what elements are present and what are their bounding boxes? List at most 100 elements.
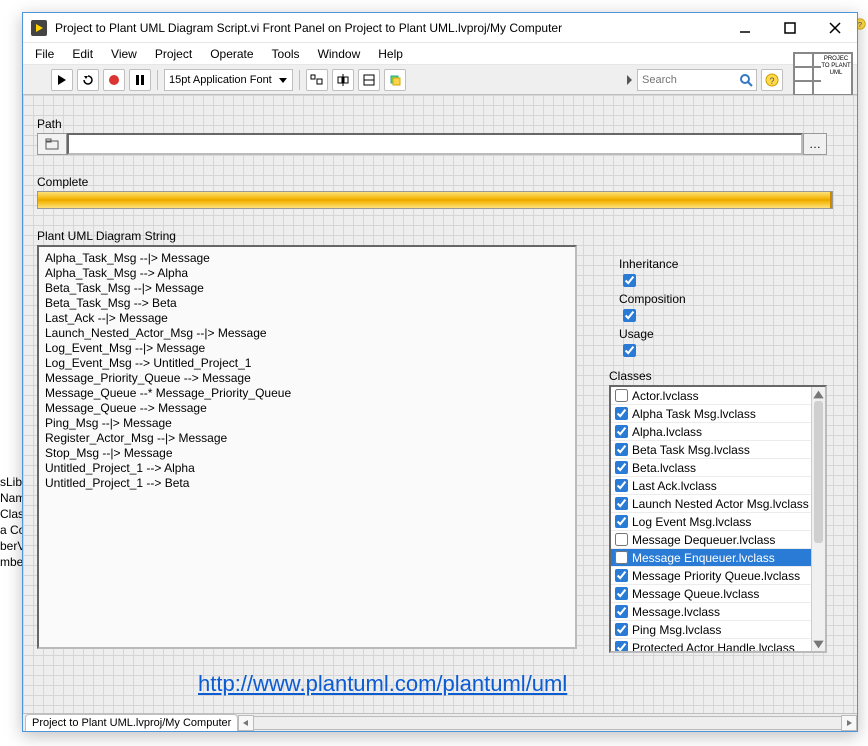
uml-line: Ping_Msg --|> Message (45, 416, 569, 431)
labview-app-icon (29, 18, 49, 38)
classes-row[interactable]: Beta.lvclass (611, 459, 811, 477)
class-label: Actor.lvclass (632, 389, 699, 403)
path-input[interactable] (67, 133, 803, 155)
classes-row[interactable]: Launch Nested Actor Msg.lvclass (611, 495, 811, 513)
path-type-button[interactable] (37, 133, 67, 155)
connector-pane[interactable]: PROJEC TO PLANT UML (793, 52, 853, 96)
class-label: Protected Actor Handle.lvclass (632, 641, 795, 652)
classes-row[interactable]: Message Queue.lvclass (611, 585, 811, 603)
maximize-button[interactable] (767, 13, 812, 43)
reorder-button[interactable] (384, 69, 406, 91)
classes-row[interactable]: Last Ack.lvclass (611, 477, 811, 495)
class-checkbox[interactable] (615, 389, 628, 402)
path-browse-button[interactable]: … (803, 133, 827, 155)
class-checkbox[interactable] (615, 479, 628, 492)
classes-row[interactable]: Alpha.lvclass (611, 423, 811, 441)
classes-row[interactable]: Message.lvclass (611, 603, 811, 621)
class-checkbox[interactable] (615, 641, 628, 651)
complete-label: Complete (37, 175, 88, 189)
composition-checkbox[interactable] (623, 309, 636, 322)
classes-row[interactable]: Beta Task Msg.lvclass (611, 441, 811, 459)
menu-file[interactable]: File (27, 45, 62, 63)
abort-button[interactable] (103, 69, 125, 91)
classes-listbox[interactable]: Actor.lvclass Alpha Task Msg.lvclass Alpha… (609, 385, 827, 653)
class-checkbox[interactable] (615, 461, 628, 474)
uml-line: Beta_Task_Msg --|> Message (45, 281, 569, 296)
distribute-objects-button[interactable] (332, 69, 354, 91)
class-checkbox[interactable] (615, 551, 628, 564)
titlebar: Project to Plant UML Diagram Script.vi F… (23, 13, 857, 43)
scroll-down-icon[interactable] (812, 637, 825, 651)
class-checkbox[interactable] (615, 587, 628, 600)
scroll-up-icon[interactable] (812, 387, 825, 401)
menu-edit[interactable]: Edit (64, 45, 101, 63)
search-icon[interactable] (739, 73, 753, 87)
align-objects-button[interactable] (306, 69, 328, 91)
front-panel[interactable]: Path … Complete Plant UML Diagram String… (23, 95, 857, 713)
classes-row[interactable]: Protected Actor Handle.lvclass (611, 639, 811, 651)
run-button[interactable] (51, 69, 73, 91)
inheritance-label: Inheritance (619, 257, 678, 271)
uml-line: Message_Queue --> Message (45, 401, 569, 416)
context-help-button[interactable]: ? (761, 69, 783, 91)
font-label: 15pt Application Font (169, 74, 272, 86)
class-label: Alpha Task Msg.lvclass (632, 407, 756, 421)
window-title: Project to Plant UML Diagram Script.vi F… (55, 21, 722, 35)
menu-window[interactable]: Window (310, 45, 369, 63)
scroll-thumb[interactable] (814, 401, 823, 543)
menu-view[interactable]: View (103, 45, 145, 63)
class-checkbox[interactable] (615, 533, 628, 546)
uml-line: Stop_Msg --|> Message (45, 446, 569, 461)
class-checkbox[interactable] (615, 407, 628, 420)
classes-scrollbar[interactable] (811, 387, 825, 651)
usage-checkbox[interactable] (623, 344, 636, 357)
scroll-left-icon[interactable] (238, 715, 254, 731)
usage-label: Usage (619, 327, 654, 341)
resize-objects-button[interactable] (358, 69, 380, 91)
menu-project[interactable]: Project (147, 45, 200, 63)
close-button[interactable] (812, 13, 857, 43)
options-group: Inheritance Composition Usage (619, 255, 686, 362)
classes-row[interactable]: Actor.lvclass (611, 387, 811, 405)
scroll-right-icon[interactable] (841, 715, 857, 731)
pause-button[interactable] (129, 69, 151, 91)
uml-string-textarea[interactable]: Alpha_Task_Msg --|> MessageAlpha_Task_Ms… (37, 245, 577, 649)
class-label: Beta.lvclass (632, 461, 696, 475)
class-checkbox[interactable] (615, 623, 628, 636)
font-selector[interactable]: 15pt Application Font (164, 69, 293, 91)
plantuml-link[interactable]: http://www.plantuml.com/plantuml/uml (198, 671, 567, 697)
minimize-button[interactable] (722, 13, 767, 43)
classes-row[interactable]: Message Enqueuer.lvclass (611, 549, 811, 567)
classes-row[interactable]: Message Dequeuer.lvclass (611, 531, 811, 549)
menubar: File Edit View Project Operate Tools Win… (23, 43, 857, 65)
class-checkbox[interactable] (615, 497, 628, 510)
class-label: Message Priority Queue.lvclass (632, 569, 800, 583)
menu-help[interactable]: Help (370, 45, 411, 63)
class-checkbox[interactable] (615, 605, 628, 618)
menu-tools[interactable]: Tools (264, 45, 308, 63)
svg-text:?: ? (858, 20, 862, 29)
class-checkbox[interactable] (615, 443, 628, 456)
uml-line: Alpha_Task_Msg --|> Message (45, 251, 569, 266)
project-tab[interactable]: Project to Plant UML.lvproj/My Computer (25, 714, 238, 731)
classes-row[interactable]: Ping Msg.lvclass (611, 621, 811, 639)
uml-line: Untitled_Project_1 --> Alpha (45, 461, 569, 476)
uml-line: Log_Event_Msg --> Untitled_Project_1 (45, 356, 569, 371)
classes-row[interactable]: Message Priority Queue.lvclass (611, 567, 811, 585)
classes-row[interactable]: Alpha Task Msg.lvclass (611, 405, 811, 423)
menu-operate[interactable]: Operate (202, 45, 261, 63)
class-checkbox[interactable] (615, 569, 628, 582)
class-label: Last Ack.lvclass (632, 479, 717, 493)
classes-row[interactable]: Log Event Msg.lvclass (611, 513, 811, 531)
run-continuously-button[interactable] (77, 69, 99, 91)
chevron-down-icon (278, 75, 288, 85)
uml-line: Register_Actor_Msg --|> Message (45, 431, 569, 446)
ellipsis-icon: … (809, 137, 821, 151)
uml-line: Untitled_Project_1 --> Beta (45, 476, 569, 491)
horizontal-scrollbar[interactable] (238, 715, 857, 731)
class-checkbox[interactable] (615, 425, 628, 438)
statusbar: Project to Plant UML.lvproj/My Computer (23, 713, 857, 731)
class-label: Ping Msg.lvclass (632, 623, 721, 637)
inheritance-checkbox[interactable] (623, 274, 636, 287)
class-checkbox[interactable] (615, 515, 628, 528)
